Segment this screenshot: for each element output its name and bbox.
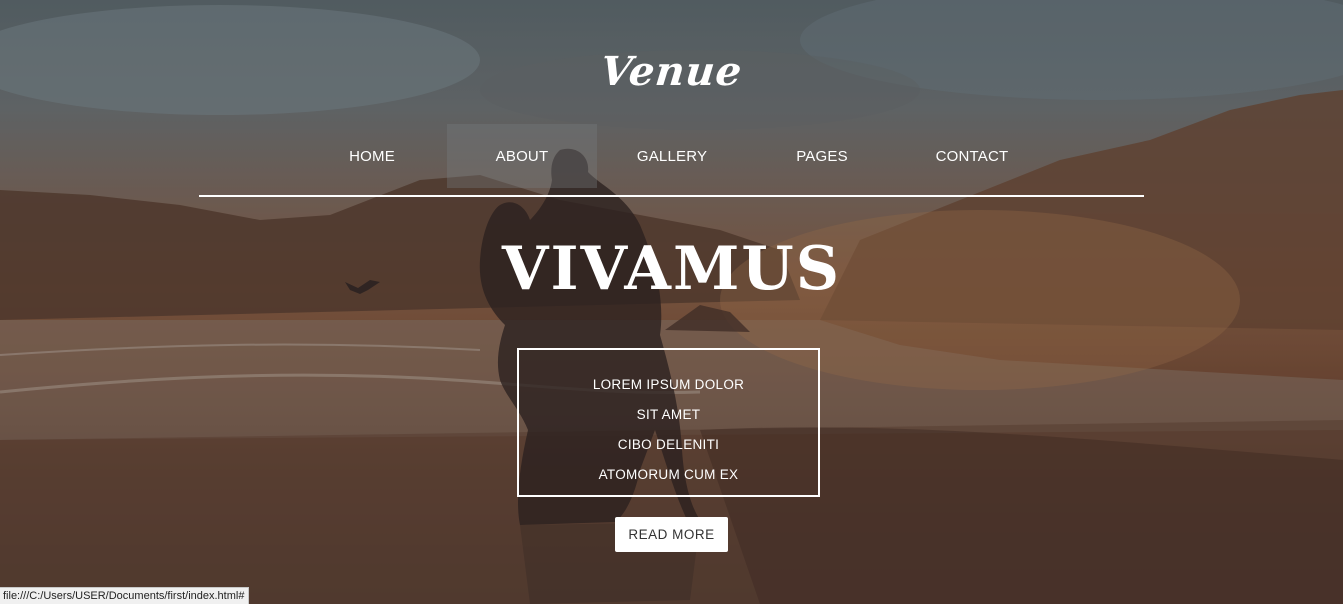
main-nav: HOME ABOUT GALLERY PAGES CONTACT [297,124,1047,188]
read-more-button[interactable]: READ MORE [615,517,728,552]
nav-item-about[interactable]: ABOUT [447,124,597,188]
info-line: LOREM IPSUM DOLOR [592,377,745,392]
nav-item-contact[interactable]: CONTACT [897,124,1047,188]
nav-divider [199,195,1144,197]
info-box: LOREM IPSUM DOLOR SIT AMET CIBO DELENITI… [517,348,820,497]
info-line: ATOMORUM CUM EX [598,467,739,482]
browser-status-bar: file:///C:/Users/USER/Documents/first/in… [0,587,250,604]
nav-item-home[interactable]: HOME [297,124,447,188]
hero-headline: VIVAMUS [501,234,842,304]
site-logo[interactable]: Venue [0,48,1343,95]
info-line: SIT AMET [636,407,701,422]
info-line: CIBO DELENITI [617,437,720,452]
nav-item-pages[interactable]: PAGES [747,124,897,188]
nav-item-gallery[interactable]: GALLERY [597,124,747,188]
